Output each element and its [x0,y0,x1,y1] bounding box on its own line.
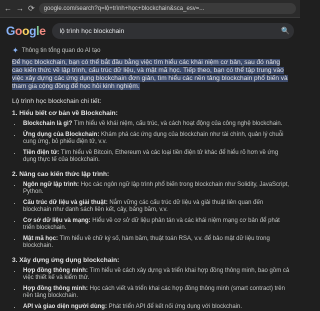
list-item: Cơ sở dữ liệu và mạng: Hiểu về cơ sở dữ … [23,218,292,233]
ai-overview-header: ✦ Thông tin tổng quan do AI tạo [12,46,292,55]
section-list: Ngôn ngữ lập trình: Học các ngôn ngữ lập… [12,182,292,251]
roadmap-title: Lộ trình học blockchain chi tiết: [12,98,292,105]
address-bar[interactable]: google.com/search?q=lộ+trình+học+blockch… [39,3,296,14]
section-3: 3. Xây dựng ứng dụng blockchain: Hợp đồn… [12,257,292,311]
ai-overview: ✦ Thông tin tổng quan do AI tạo Để học b… [0,44,300,311]
address-url: google.com/search?q=lộ+trình+học+blockch… [44,6,205,12]
list-item: API và giao diện người dùng: Phát triển … [23,304,292,311]
back-arrow-icon[interactable]: ← [4,5,12,13]
list-item: Tiền điện tử: Tìm hiểu về Bitcoin, Ether… [23,150,292,165]
google-logo[interactable]: Google [6,24,46,38]
search-query: lộ trình học blockchain [60,28,278,35]
forward-arrow-icon[interactable]: → [16,5,24,13]
list-item: Hợp đồng thông minh: Tìm hiểu về cách xâ… [23,268,292,283]
reload-icon[interactable]: ⟳ [28,5,35,13]
sparkle-icon: ✦ [12,46,19,55]
overview-lead-highlight: Để học blockchain, bạn có thể bắt đầu bằ… [12,59,288,90]
section-heading: 2. Nâng cao kiến thức lập trình: [12,171,292,178]
section-heading: 3. Xây dựng ứng dụng blockchain: [12,257,292,264]
search-input[interactable]: lộ trình học blockchain 🔍 [52,23,294,39]
list-item: Ứng dụng của Blockchain: Khám phá các ứn… [23,132,292,147]
list-item: Hợp đồng thông minh: Học cách viết và tr… [23,286,292,301]
list-item: Ngôn ngữ lập trình: Học các ngôn ngữ lập… [23,182,292,197]
browser-toolbar: ← → ⟳ google.com/search?q=lộ+trình+học+b… [0,0,300,18]
list-item: Mật mã học: Tìm hiểu về chữ ký số, hàm b… [23,236,292,251]
section-2: 2. Nâng cao kiến thức lập trình: Ngôn ng… [12,171,292,251]
overview-lead: Để học blockchain, bạn có thể bắt đầu bằ… [12,59,292,91]
nav-buttons: ← → ⟳ [4,5,35,13]
section-list: Hợp đồng thông minh: Tìm hiểu về cách xâ… [12,268,292,311]
list-item: Blockchain là gì? Tìm hiểu về khái niệm,… [23,121,292,129]
list-item: Cấu trúc dữ liệu và giải thuật: Nắm vững… [23,200,292,215]
section-1: 1. Hiểu biết cơ bản về Blockchain: Block… [12,110,292,165]
ai-overview-label: Thông tin tổng quan do AI tạo [22,48,101,54]
search-header: Google lộ trình học blockchain 🔍 [0,18,300,44]
search-icon[interactable]: 🔍 [281,27,290,35]
section-list: Blockchain là gì? Tìm hiểu về khái niệm,… [12,121,292,165]
section-heading: 1. Hiểu biết cơ bản về Blockchain: [12,110,292,117]
